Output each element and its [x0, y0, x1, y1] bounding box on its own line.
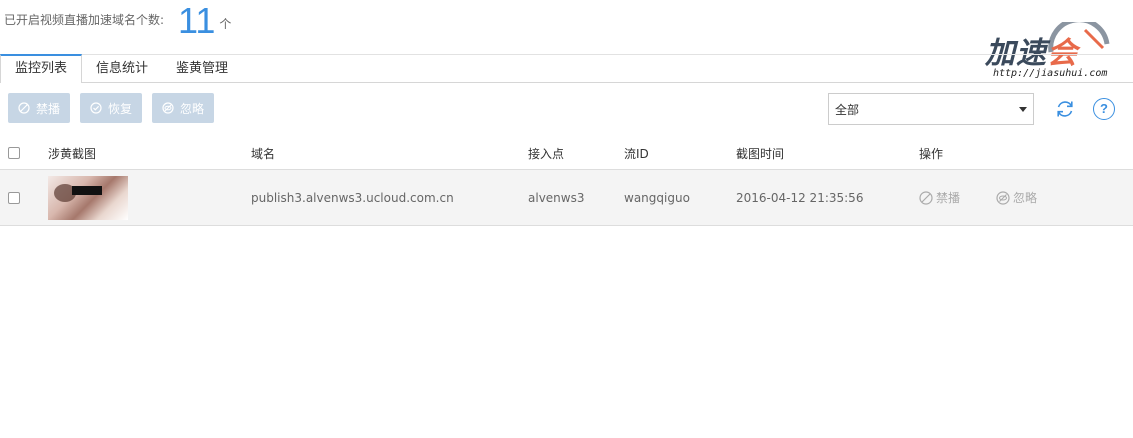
select-all-checkbox[interactable]: [8, 147, 20, 159]
restore-button[interactable]: 恢复: [80, 93, 143, 123]
domain-count-value: 11: [178, 0, 216, 41]
check-circle-icon: [90, 102, 102, 114]
row-domain: publish3.alvenws3.ucloud.com.cn: [251, 190, 454, 205]
monitor-table: 涉黄截图 域名 接入点 流ID 截图时间 操作 publish3.alvenws…: [0, 137, 1133, 226]
table-row: publish3.alvenws3.ucloud.com.cn alvenws3…: [0, 170, 1133, 226]
header-access-point: 接入点: [528, 146, 565, 161]
status-filter-select[interactable]: 全部: [828, 93, 1034, 125]
restore-button-label: 恢复: [108, 101, 133, 116]
row-checkbox[interactable]: [8, 191, 20, 204]
domain-count-label: 已开启视频直播加速域名个数:: [4, 13, 165, 27]
ignore-button[interactable]: 忽略: [152, 93, 215, 123]
help-icon[interactable]: ?: [1093, 98, 1115, 120]
header-capture-time: 截图时间: [736, 146, 785, 161]
header-actions: 操作: [919, 146, 944, 161]
header-stream-id: 流ID: [624, 146, 649, 161]
tab-porn-detection-management[interactable]: 鉴黄管理: [162, 55, 242, 83]
ban-icon: [18, 102, 30, 114]
row-access-point: alvenws3: [528, 190, 585, 205]
ban-icon: [919, 190, 933, 205]
tab-statistics[interactable]: 信息统计: [82, 55, 162, 83]
row-capture-time: 2016-04-12 21:35:56: [736, 190, 864, 205]
toolbar: 禁播 恢复 忽略: [8, 93, 215, 123]
refresh-icon[interactable]: [1054, 98, 1076, 120]
row-ban-label: 禁播: [936, 191, 961, 205]
eye-slash-icon: [996, 190, 1010, 205]
ban-button-label: 禁播: [36, 101, 61, 116]
ignore-button-label: 忽略: [180, 101, 205, 116]
chevron-down-icon: [1019, 107, 1027, 112]
domain-count-summary: 已开启视频直播加速域名个数: 11 个: [4, 0, 231, 40]
row-ignore-action[interactable]: 忽略: [996, 189, 1037, 206]
domain-count-unit: 个: [219, 17, 232, 31]
header-screenshot: 涉黄截图: [48, 146, 97, 161]
eye-slash-icon: [162, 102, 174, 114]
row-stream-id: wangqiguo: [624, 190, 690, 205]
status-filter-value: 全部: [835, 102, 860, 117]
tab-monitor-list[interactable]: 监控列表: [0, 54, 83, 83]
screenshot-thumbnail[interactable]: [48, 175, 128, 220]
ban-button[interactable]: 禁播: [8, 93, 71, 123]
tab-bar: 监控列表 信息统计 鉴黄管理: [0, 54, 1133, 83]
table-header: 涉黄截图 域名 接入点 流ID 截图时间 操作: [0, 137, 1133, 170]
row-ignore-label: 忽略: [1013, 191, 1038, 205]
header-domain: 域名: [251, 146, 276, 161]
row-ban-action[interactable]: 禁播: [919, 189, 960, 206]
